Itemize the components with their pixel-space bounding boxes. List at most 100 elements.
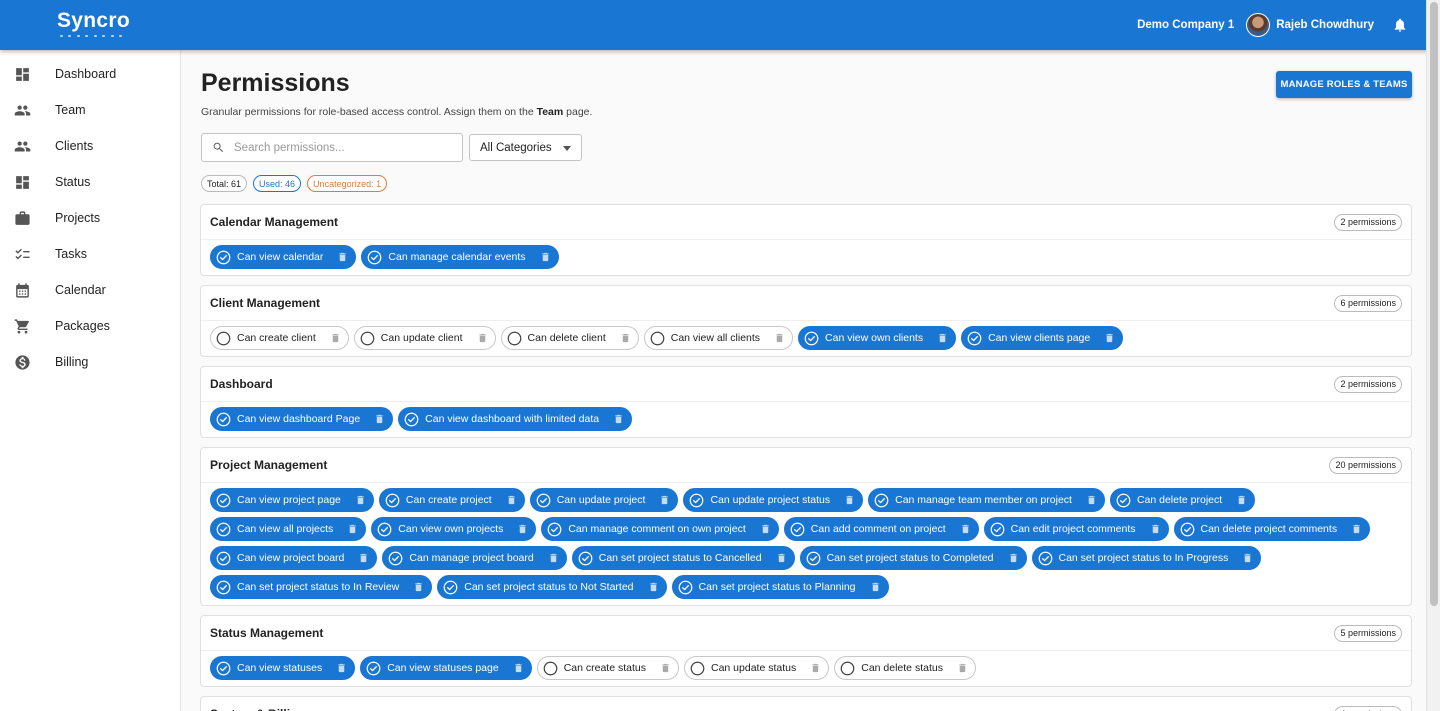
permission-chip[interactable]: Can create client xyxy=(210,326,349,350)
check-circle-icon[interactable] xyxy=(874,493,889,508)
permission-chip[interactable]: Can update project status xyxy=(683,488,864,512)
trash-icon[interactable] xyxy=(760,523,771,535)
permission-chip[interactable]: Can set project status to Planning xyxy=(671,575,889,599)
trash-icon[interactable] xyxy=(413,581,424,593)
page-scrollbar[interactable] xyxy=(1426,0,1440,711)
permission-chip[interactable]: Can set project status to In Review xyxy=(210,575,433,599)
permission-chip[interactable]: Can update status xyxy=(684,656,830,680)
trash-icon[interactable] xyxy=(347,523,358,535)
trash-icon[interactable] xyxy=(1351,523,1362,535)
empty-circle-icon[interactable] xyxy=(507,331,522,346)
permission-chip[interactable]: Can view all projects xyxy=(210,517,367,541)
permission-chip[interactable]: Can set project status to Not Started xyxy=(437,575,667,599)
check-circle-icon[interactable] xyxy=(216,580,231,595)
empty-circle-icon[interactable] xyxy=(650,331,665,346)
trash-icon[interactable] xyxy=(659,494,670,506)
empty-circle-icon[interactable] xyxy=(840,661,855,676)
permission-chip[interactable]: Can manage calendar events xyxy=(361,245,559,269)
permission-chip[interactable]: Can view clients page xyxy=(961,326,1124,350)
permission-chip[interactable]: Can create status xyxy=(536,656,679,680)
trash-icon[interactable] xyxy=(960,523,971,535)
check-circle-icon[interactable] xyxy=(1116,493,1131,508)
check-circle-icon[interactable] xyxy=(216,412,231,427)
permission-chip[interactable]: Can manage project board xyxy=(382,546,567,570)
check-circle-icon[interactable] xyxy=(547,522,562,537)
check-circle-icon[interactable] xyxy=(388,551,403,566)
trash-icon[interactable] xyxy=(517,523,528,535)
trash-icon[interactable] xyxy=(1236,494,1247,506)
trash-icon[interactable] xyxy=(1008,552,1019,564)
trash-icon[interactable] xyxy=(774,332,785,344)
check-circle-icon[interactable] xyxy=(967,331,982,346)
permission-chip[interactable]: Can view own clients xyxy=(798,326,957,350)
trash-icon[interactable] xyxy=(613,413,624,425)
trash-icon[interactable] xyxy=(844,494,855,506)
check-circle-icon[interactable] xyxy=(578,551,593,566)
permission-chip[interactable]: Can edit project comments xyxy=(983,517,1169,541)
trash-icon[interactable] xyxy=(513,662,524,674)
permission-chip[interactable]: Can update project xyxy=(529,488,679,512)
trash-icon[interactable] xyxy=(1150,523,1161,535)
check-circle-icon[interactable] xyxy=(216,522,231,537)
permission-chip[interactable]: Can manage comment on own project xyxy=(541,517,779,541)
trash-icon[interactable] xyxy=(1242,552,1253,564)
empty-circle-icon[interactable] xyxy=(543,661,558,676)
check-circle-icon[interactable] xyxy=(1180,522,1195,537)
trash-icon[interactable] xyxy=(1104,332,1115,344)
check-circle-icon[interactable] xyxy=(804,331,819,346)
check-circle-icon[interactable] xyxy=(790,522,805,537)
check-circle-icon[interactable] xyxy=(689,493,704,508)
app-logo[interactable]: Syncro xyxy=(57,9,130,33)
permission-chip[interactable]: Can manage team member on project xyxy=(868,488,1105,512)
permission-chip[interactable]: Can view project board xyxy=(210,546,378,570)
trash-icon[interactable] xyxy=(477,332,488,344)
permission-chip[interactable]: Can view project page xyxy=(210,488,374,512)
permission-chip[interactable]: Can delete project xyxy=(1109,488,1256,512)
check-circle-icon[interactable] xyxy=(216,250,231,265)
check-circle-icon[interactable] xyxy=(216,551,231,566)
search-field[interactable] xyxy=(201,133,463,162)
check-circle-icon[interactable] xyxy=(366,661,381,676)
manage-roles-teams-button[interactable]: MANAGE ROLES & TEAMS xyxy=(1276,71,1412,98)
permission-chip[interactable]: Can view dashboard with limited data xyxy=(398,407,633,431)
permission-chip[interactable]: Can view dashboard Page xyxy=(210,407,394,431)
bell-icon[interactable] xyxy=(1392,17,1408,33)
trash-icon[interactable] xyxy=(957,662,968,674)
empty-circle-icon[interactable] xyxy=(690,661,705,676)
check-circle-icon[interactable] xyxy=(216,493,231,508)
empty-circle-icon[interactable] xyxy=(360,331,375,346)
permission-chip[interactable]: Can update client xyxy=(353,326,496,350)
permission-chip[interactable]: Can create project xyxy=(378,488,525,512)
sidebar-item-projects[interactable]: Projects xyxy=(0,200,180,236)
permission-chip[interactable]: Can add comment on project xyxy=(783,517,979,541)
check-circle-icon[interactable] xyxy=(385,493,400,508)
check-circle-icon[interactable] xyxy=(367,250,382,265)
sidebar-item-status[interactable]: Status xyxy=(0,164,180,200)
category-select[interactable]: All Categories xyxy=(469,134,582,161)
check-circle-icon[interactable] xyxy=(1038,551,1053,566)
trash-icon[interactable] xyxy=(548,552,559,564)
trash-icon[interactable] xyxy=(358,552,369,564)
permission-chip[interactable]: Can view all clients xyxy=(643,326,794,350)
sidebar-item-tasks[interactable]: Tasks xyxy=(0,236,180,272)
check-circle-icon[interactable] xyxy=(678,580,693,595)
trash-icon[interactable] xyxy=(540,251,551,263)
company-name[interactable]: Demo Company 1 xyxy=(1137,19,1234,31)
permission-chip[interactable]: Can view statuses page xyxy=(360,656,532,680)
trash-icon[interactable] xyxy=(1086,494,1097,506)
permission-chip[interactable]: Can view statuses xyxy=(210,656,356,680)
check-circle-icon[interactable] xyxy=(377,522,392,537)
check-circle-icon[interactable] xyxy=(404,412,419,427)
trash-icon[interactable] xyxy=(648,581,659,593)
trash-icon[interactable] xyxy=(870,581,881,593)
permission-chip[interactable]: Can set project status to Cancelled xyxy=(571,546,795,570)
check-circle-icon[interactable] xyxy=(536,493,551,508)
trash-icon[interactable] xyxy=(810,662,821,674)
permission-chip[interactable]: Can delete status xyxy=(834,656,976,680)
permission-chip[interactable]: Can delete client xyxy=(500,326,639,350)
permission-chip[interactable]: Can view calendar xyxy=(210,245,357,269)
permission-chip[interactable]: Can view own projects xyxy=(371,517,537,541)
check-circle-icon[interactable] xyxy=(806,551,821,566)
sidebar-item-packages[interactable]: Packages xyxy=(0,308,180,344)
trash-icon[interactable] xyxy=(336,662,347,674)
